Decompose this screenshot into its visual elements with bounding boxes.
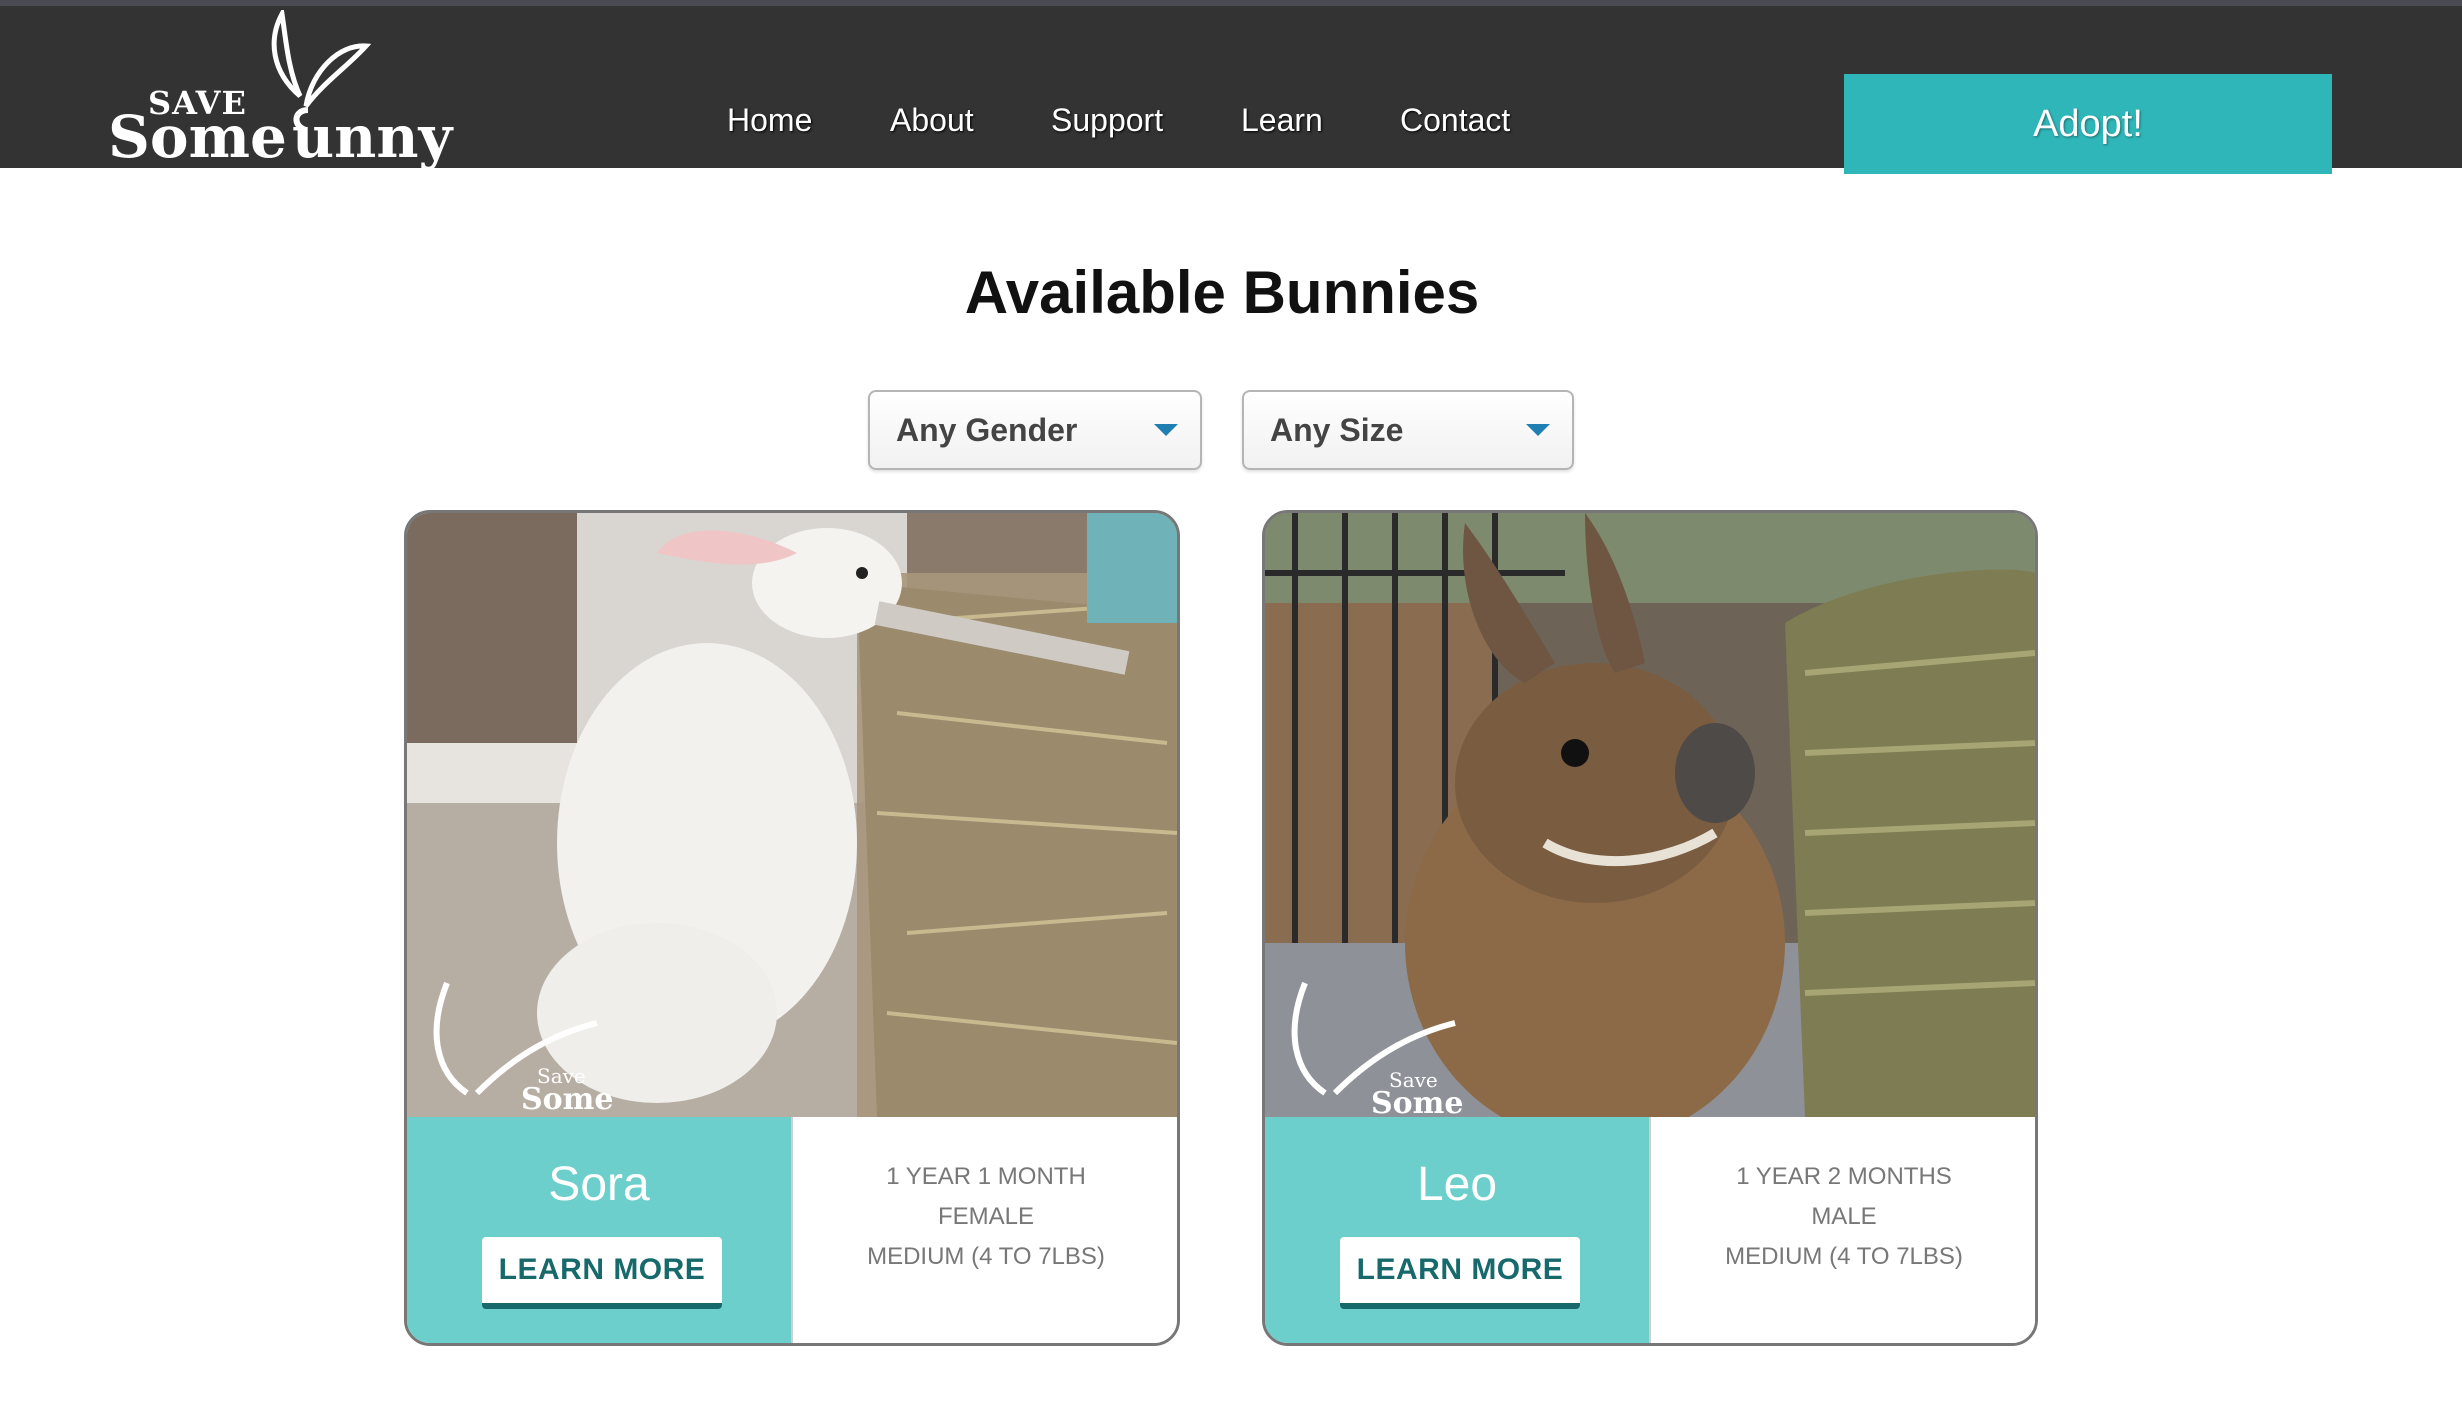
learn-more-button[interactable]: LEARN MORE [1340, 1237, 1580, 1309]
nav-support[interactable]: Support [1051, 102, 1163, 139]
bunny-size: MEDIUM (4 TO 7LBS) [867, 1243, 1105, 1270]
bunny-gender: FEMALE [937, 1203, 1035, 1230]
logo-some-text: Some [108, 103, 287, 171]
bunny-size: MEDIUM (4 TO 7LBS) [1725, 1243, 1963, 1270]
nav-learn[interactable]: Learn [1241, 102, 1323, 139]
info-panel: 1 YEAR 1 MONTH FEMALE MEDIUM (4 TO 7LBS) [791, 1117, 1177, 1343]
learn-more-button[interactable]: LEARN MORE [482, 1237, 722, 1309]
logo-bunny-text: unny [292, 103, 453, 171]
nav-about[interactable]: About [890, 102, 974, 139]
name-panel: Leo LEARN MORE [1265, 1117, 1649, 1343]
nav-contact[interactable]: Contact [1400, 102, 1510, 139]
watermark-some-text: Some [521, 1082, 614, 1117]
bunny-photo-sora[interactable]: Save Some [407, 513, 1177, 1117]
page-title: Available Bunnies [964, 259, 1480, 326]
bunny-age: 1 YEAR 1 MONTH [886, 1163, 1086, 1190]
bunny-card-sora: Save Some Sora LEARN MORE 1 YEAR 1 MONTH… [404, 510, 1180, 1346]
size-filter-select[interactable]: Any Size [1242, 390, 1574, 470]
gender-filter-value: Any Gender [896, 411, 1078, 448]
gender-filter-select[interactable]: Any Gender [868, 390, 1202, 470]
bunny-age: 1 YEAR 2 MONTHS [1736, 1163, 1952, 1190]
info-panel: 1 YEAR 2 MONTHS MALE MEDIUM (4 TO 7LBS) [1649, 1117, 2035, 1343]
card-footer: Leo LEARN MORE 1 YEAR 2 MONTHS MALE MEDI… [1265, 1117, 2035, 1343]
bunny-card-leo: Save Some Leo LEARN MORE 1 YEAR 2 MONTHS… [1262, 510, 2038, 1346]
size-filter-value: Any Size [1270, 411, 1404, 448]
adopt-button[interactable]: Adopt! [1844, 74, 2332, 174]
chevron-down-icon [1154, 424, 1178, 436]
card-footer: Sora LEARN MORE 1 YEAR 1 MONTH FEMALE ME… [407, 1117, 1177, 1343]
bunny-name: Leo [1416, 1158, 1498, 1211]
chevron-down-icon [1526, 424, 1550, 436]
watermark-some-text: Some [1371, 1086, 1464, 1117]
name-panel: Sora LEARN MORE [407, 1117, 791, 1343]
site-header: SAVE Some unny Home About Support Learn … [0, 0, 2462, 174]
nav-home[interactable]: Home [727, 102, 812, 139]
bunny-gender: MALE [1811, 1203, 1877, 1230]
bunny-name: Sora [548, 1158, 650, 1211]
bunny-photo-leo[interactable]: Save Some [1265, 513, 2035, 1117]
site-logo[interactable]: SAVE Some unny [108, 6, 480, 174]
